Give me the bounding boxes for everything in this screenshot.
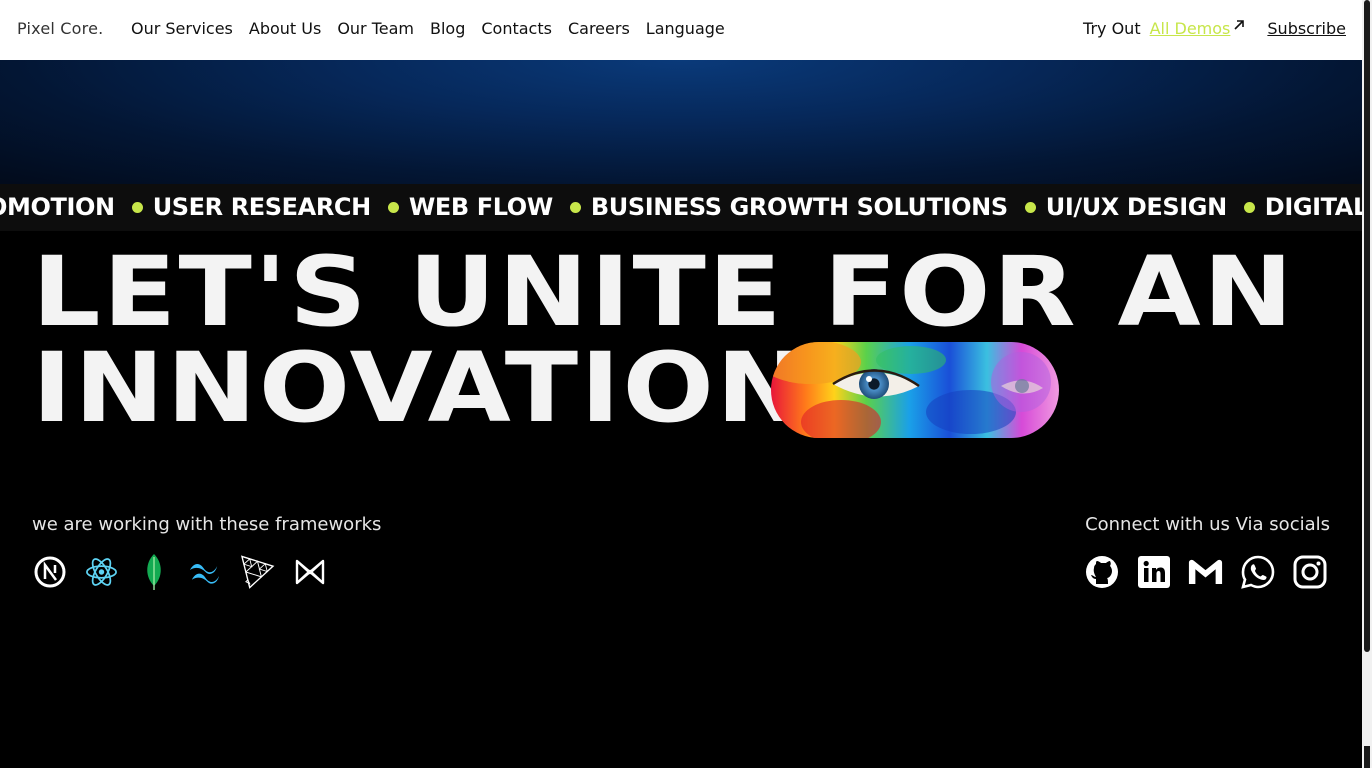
- frameworks-label: we are working with these frameworks: [32, 514, 382, 535]
- bullet-dot-icon: [131, 201, 143, 213]
- colorful-eye-image: [771, 342, 1059, 438]
- nav-our-team[interactable]: Our Team: [337, 19, 414, 38]
- scrollbar-thumb-lower[interactable]: [1364, 746, 1370, 768]
- subscribe-link[interactable]: Subscribe: [1267, 19, 1346, 38]
- ticker-item: WEB FLOW: [371, 193, 553, 221]
- whatsapp-icon[interactable]: [1240, 553, 1275, 591]
- bullet-dot-icon: [569, 201, 581, 213]
- nav-blog[interactable]: Blog: [430, 19, 465, 38]
- socials-label: Connect with us Via socials: [1085, 514, 1330, 535]
- all-demos-link[interactable]: All Demos: [1150, 19, 1231, 38]
- hero-headline: LET'S UNITE FOR AN INNOVATION: [32, 244, 1295, 436]
- ticker-item: USER RESEARCH: [115, 193, 371, 221]
- nav-contacts[interactable]: Contacts: [481, 19, 552, 38]
- nextjs-icon: [32, 553, 67, 591]
- tailwind-icon: [188, 553, 223, 591]
- socials-icons: [1084, 553, 1327, 591]
- react-icon: [84, 553, 119, 591]
- hero-glow-background: [0, 60, 1362, 184]
- framer-motion-icon: [292, 553, 327, 591]
- frameworks-icons: [32, 553, 327, 591]
- brand-logo-text[interactable]: Pixel Core.: [17, 19, 103, 38]
- threejs-icon: [240, 553, 275, 591]
- nav-language[interactable]: Language: [646, 19, 725, 38]
- headline-line-1: LET'S UNITE FOR AN: [32, 236, 1296, 348]
- ticker-item: DIGITAL MARKETING: [1227, 193, 1362, 221]
- ticker-item: UI/UX DESIGN: [1008, 193, 1227, 221]
- github-icon[interactable]: [1084, 553, 1119, 591]
- services-ticker: OMOTION USER RESEARCH WEB FLOW BUSINESS …: [0, 184, 1362, 231]
- bullet-dot-icon: [387, 201, 399, 213]
- bullet-dot-icon: [1243, 201, 1255, 213]
- nav-careers[interactable]: Careers: [568, 19, 630, 38]
- ticker-item: OMOTION: [0, 193, 115, 221]
- page-scrollbar[interactable]: [1362, 0, 1372, 768]
- instagram-icon[interactable]: [1292, 553, 1327, 591]
- external-arrow-icon: [1234, 19, 1245, 30]
- painted-face-eye-illustration: [771, 342, 1059, 438]
- linkedin-icon[interactable]: [1136, 553, 1171, 591]
- scrollbar-thumb[interactable]: [1364, 0, 1370, 652]
- mongodb-icon: [136, 553, 171, 591]
- gmail-icon[interactable]: [1188, 553, 1223, 591]
- ticker-track: OMOTION USER RESEARCH WEB FLOW BUSINESS …: [0, 193, 1362, 221]
- header-actions: Try Out All Demos Subscribe: [1083, 19, 1346, 38]
- nav-about-us[interactable]: About Us: [249, 19, 321, 38]
- ticker-item: BUSINESS GROWTH SOLUTIONS: [553, 193, 1008, 221]
- try-out-label: Try Out: [1083, 19, 1141, 38]
- nav-our-services[interactable]: Our Services: [131, 19, 233, 38]
- main-nav: Our Services About Us Our Team Blog Cont…: [131, 19, 741, 38]
- top-navbar: Pixel Core. Our Services About Us Our Te…: [0, 0, 1362, 60]
- headline-line-2: INNOVATION: [32, 332, 809, 444]
- bullet-dot-icon: [1024, 201, 1036, 213]
